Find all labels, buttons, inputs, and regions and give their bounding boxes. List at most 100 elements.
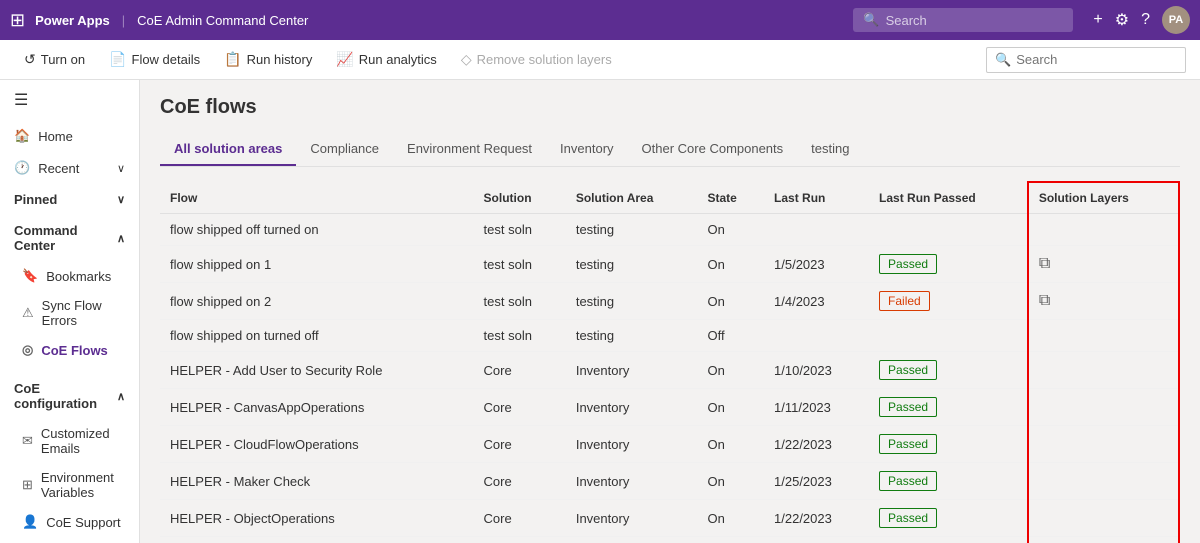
tab-compliance[interactable]: Compliance xyxy=(296,133,393,166)
cell-state: On xyxy=(697,537,764,543)
cell-flow: flow shipped on 2 xyxy=(160,283,474,320)
cell-solution-layers xyxy=(1028,320,1179,352)
cell-last-run: 1/25/2023 xyxy=(764,463,869,500)
cell-flow: HELPER - CanvasAppOperations xyxy=(160,389,474,426)
sidebar-item-coe-support[interactable]: 👤 CoE Support xyxy=(0,507,139,537)
apps-grid-icon[interactable]: ⊞ xyxy=(10,10,25,31)
cell-state: On xyxy=(697,426,764,463)
cell-last-run xyxy=(764,320,869,352)
cell-solution-area: testing xyxy=(566,214,698,246)
flow-details-icon: 📄 xyxy=(109,51,126,68)
coe-config-section-header[interactable]: CoE configuration ∧ xyxy=(0,373,139,419)
table-row[interactable]: flow shipped on 2 test soln testing On 1… xyxy=(160,283,1179,320)
bookmarks-label: Bookmarks xyxy=(46,269,111,284)
sidebar-item-coe-flows[interactable]: ◎ CoE Flows xyxy=(0,335,139,365)
settings-icon[interactable]: ⚙ xyxy=(1115,10,1129,30)
cell-last-run: 1/4/2023 xyxy=(764,283,869,320)
run-history-icon: 📋 xyxy=(224,51,241,68)
tab-environment-request[interactable]: Environment Request xyxy=(393,133,546,166)
cell-solution-layers xyxy=(1028,537,1179,543)
col-header-solution: Solution xyxy=(474,182,566,214)
table-row[interactable]: flow shipped on 1 test soln testing On 1… xyxy=(160,246,1179,283)
cell-state: On xyxy=(697,463,764,500)
sidebar-item-sync-flow-errors[interactable]: ⚠ Sync Flow Errors xyxy=(0,291,139,335)
help-icon[interactable]: ? xyxy=(1141,11,1150,29)
cell-solution-layers xyxy=(1028,500,1179,537)
tab-all-solution-areas[interactable]: All solution areas xyxy=(160,133,296,166)
cell-last-run-passed: Passed xyxy=(869,500,1028,537)
turn-on-icon: ↺ xyxy=(24,51,36,68)
layers-icon: ⧉ xyxy=(1039,292,1050,309)
flows-table-container: Flow Solution Solution Area State Last R… xyxy=(160,181,1180,543)
global-search-input[interactable] xyxy=(886,13,1064,28)
cell-solution-layers xyxy=(1028,352,1179,389)
sidebar-item-home[interactable]: 🏠 Home xyxy=(0,120,139,152)
cell-flow: HELPER - Maker Check xyxy=(160,463,474,500)
turn-on-button[interactable]: ↺ Turn on xyxy=(14,46,95,73)
table-row[interactable]: flow shipped on turned off test soln tes… xyxy=(160,320,1179,352)
coe-flows-icon: ◎ xyxy=(22,342,33,358)
run-analytics-icon: 📈 xyxy=(336,51,353,68)
col-header-solution-area: Solution Area xyxy=(566,182,698,214)
col-header-flow: Flow xyxy=(160,182,474,214)
turn-on-label: Turn on xyxy=(41,52,85,67)
table-row[interactable]: HELPER - CloudFlowOperations Core Invent… xyxy=(160,426,1179,463)
col-header-last-run: Last Run xyxy=(764,182,869,214)
table-row[interactable]: flow shipped off turned on test soln tes… xyxy=(160,214,1179,246)
sidebar-item-bookmarks[interactable]: 🔖 Bookmarks xyxy=(0,261,139,291)
table-search-box[interactable]: 🔍 xyxy=(986,47,1186,73)
cell-solution-layers xyxy=(1028,389,1179,426)
cell-solution: Core xyxy=(474,389,566,426)
search-icon: 🔍 xyxy=(863,12,879,28)
cell-solution-area: testing xyxy=(566,320,698,352)
add-icon[interactable]: + xyxy=(1093,11,1102,29)
command-bar: ↺ Turn on 📄 Flow details 📋 Run history 📈… xyxy=(0,40,1200,80)
cell-solution-layers: ⧉ xyxy=(1028,283,1179,320)
top-bar-actions: + ⚙ ? PA xyxy=(1093,6,1190,34)
cell-flow: HELPER - CloudFlowOperations xyxy=(160,426,474,463)
cell-solution-layers xyxy=(1028,463,1179,500)
status-badge: Passed xyxy=(879,397,937,417)
table-search-input[interactable] xyxy=(1016,52,1177,67)
cell-state: On xyxy=(697,500,764,537)
table-row[interactable]: HELPER - Maker Check Core Inventory On 1… xyxy=(160,463,1179,500)
avatar[interactable]: PA xyxy=(1162,6,1190,34)
run-analytics-button[interactable]: 📈 Run analytics xyxy=(326,46,446,73)
cell-solution: Core xyxy=(474,537,566,543)
col-header-last-run-passed: Last Run Passed xyxy=(869,182,1028,214)
table-row[interactable]: HELPER - Add User to Security Role Core … xyxy=(160,352,1179,389)
cell-flow: HELPER - ObjectOperations xyxy=(160,500,474,537)
cell-solution-area: Inventory xyxy=(566,500,698,537)
cell-last-run: 1/11/2023 xyxy=(764,389,869,426)
remove-solution-button[interactable]: ◇ Remove solution layers xyxy=(451,46,622,73)
sidebar-item-recent[interactable]: 🕐 Recent ∨ xyxy=(0,152,139,184)
cell-solution-area: Inventory xyxy=(566,537,698,543)
sidebar-home-label: Home xyxy=(38,129,73,144)
cell-state: On xyxy=(697,389,764,426)
sidebar: ☰ 🏠 Home 🕐 Recent ∨ Pinned ∨ Command Cen… xyxy=(0,80,140,543)
table-row[interactable]: HELPER - CanvasAppOperations Core Invent… xyxy=(160,389,1179,426)
sidebar-hamburger[interactable]: ☰ xyxy=(0,80,139,120)
sidebar-item-environment-variables[interactable]: ⊞ Environment Variables xyxy=(0,463,139,507)
cell-flow: HELPER - Add User to Security Role xyxy=(160,352,474,389)
environment-variables-icon: ⊞ xyxy=(22,477,33,493)
top-bar: ⊞ Power Apps | CoE Admin Command Center … xyxy=(0,0,1200,40)
table-row[interactable]: HELPER - ObjectOperations Core Inventory… xyxy=(160,500,1179,537)
flow-details-button[interactable]: 📄 Flow details xyxy=(99,46,210,73)
command-center-section-header[interactable]: Command Center ∧ xyxy=(0,215,139,261)
table-row[interactable]: HELPER - Send Email Core Inventory On 1/… xyxy=(160,537,1179,543)
global-search-box[interactable]: 🔍 xyxy=(853,8,1073,32)
run-history-button[interactable]: 📋 Run history xyxy=(214,46,322,73)
status-badge: Passed xyxy=(879,508,937,528)
tab-inventory[interactable]: Inventory xyxy=(546,133,627,166)
cell-solution-layers: ⧉ xyxy=(1028,246,1179,283)
customized-emails-label: Customized Emails xyxy=(41,426,125,456)
pinned-section-header[interactable]: Pinned ∨ xyxy=(0,184,139,215)
tab-testing[interactable]: testing xyxy=(797,133,863,166)
sidebar-item-customized-emails[interactable]: ✉ Customized Emails xyxy=(0,419,139,463)
cell-last-run-passed: Failed xyxy=(869,537,1028,543)
flow-details-label: Flow details xyxy=(132,52,201,67)
tab-other-core-components[interactable]: Other Core Components xyxy=(628,133,798,166)
cell-solution: test soln xyxy=(474,246,566,283)
run-history-label: Run history xyxy=(247,52,313,67)
